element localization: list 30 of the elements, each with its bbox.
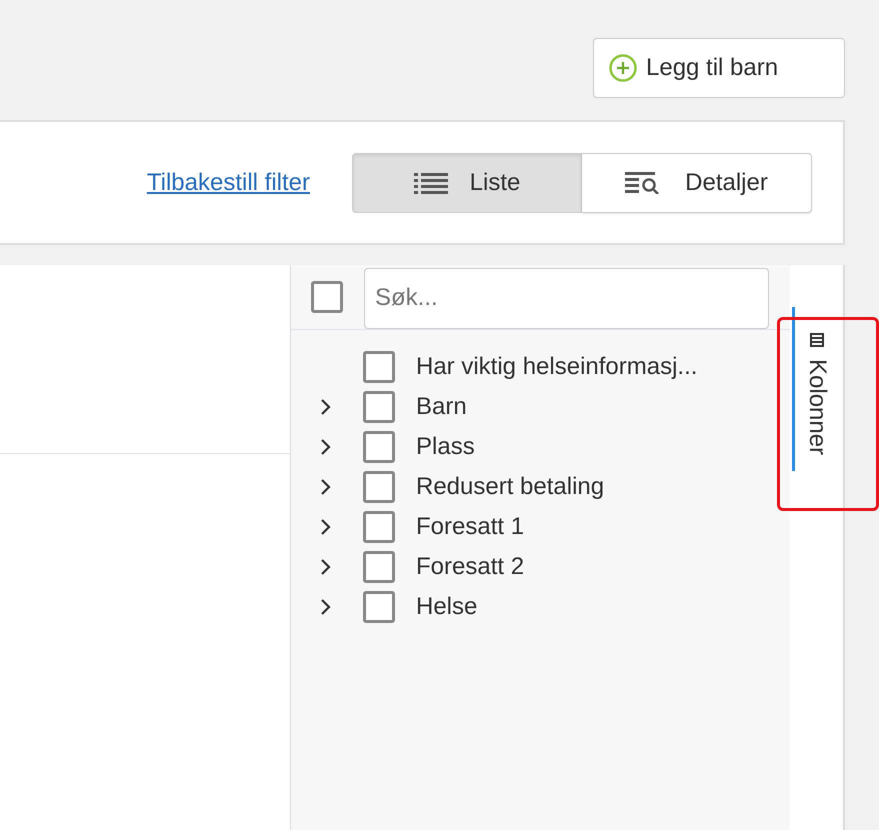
checkbox[interactable]: [363, 351, 395, 383]
reset-filter-link[interactable]: Tilbakestill filter: [146, 168, 310, 196]
checkbox[interactable]: [363, 431, 395, 463]
search-field[interactable]: Søk...: [364, 268, 769, 328]
column-label: Barn: [416, 393, 467, 421]
columns-icon: [810, 333, 824, 347]
plus-circle-icon: [608, 53, 638, 83]
column-label: Plass: [416, 433, 475, 461]
column-label: Foresatt 2: [416, 553, 524, 581]
column-label: Foresatt 1: [416, 513, 524, 541]
chevron-icon[interactable]: [319, 518, 333, 536]
column-label: Redusert betaling: [416, 473, 604, 501]
checkbox[interactable]: [363, 391, 395, 423]
columns-side-tab[interactable]: Kolonner: [792, 307, 837, 472]
add-child-button[interactable]: Legg til barn: [593, 38, 845, 98]
chevron-icon[interactable]: [319, 598, 333, 616]
chevron-icon[interactable]: [319, 398, 333, 416]
checkbox[interactable]: [363, 551, 395, 583]
view-toggle-button[interactable]: Detaljer: [582, 152, 812, 212]
chevron-icon[interactable]: [319, 558, 333, 576]
chevron-icon[interactable]: [319, 478, 333, 496]
chevron-icon[interactable]: [319, 438, 333, 456]
checkbox[interactable]: [363, 471, 395, 503]
column-label: Helse: [416, 593, 478, 621]
column-label: Har viktig helseinformasj...: [416, 353, 698, 381]
list-icon: [414, 172, 448, 194]
checkbox[interactable]: [363, 591, 395, 623]
view-toggle-button[interactable]: Liste: [352, 152, 582, 212]
checkbox[interactable]: [363, 511, 395, 543]
checkbox[interactable]: [311, 281, 343, 313]
